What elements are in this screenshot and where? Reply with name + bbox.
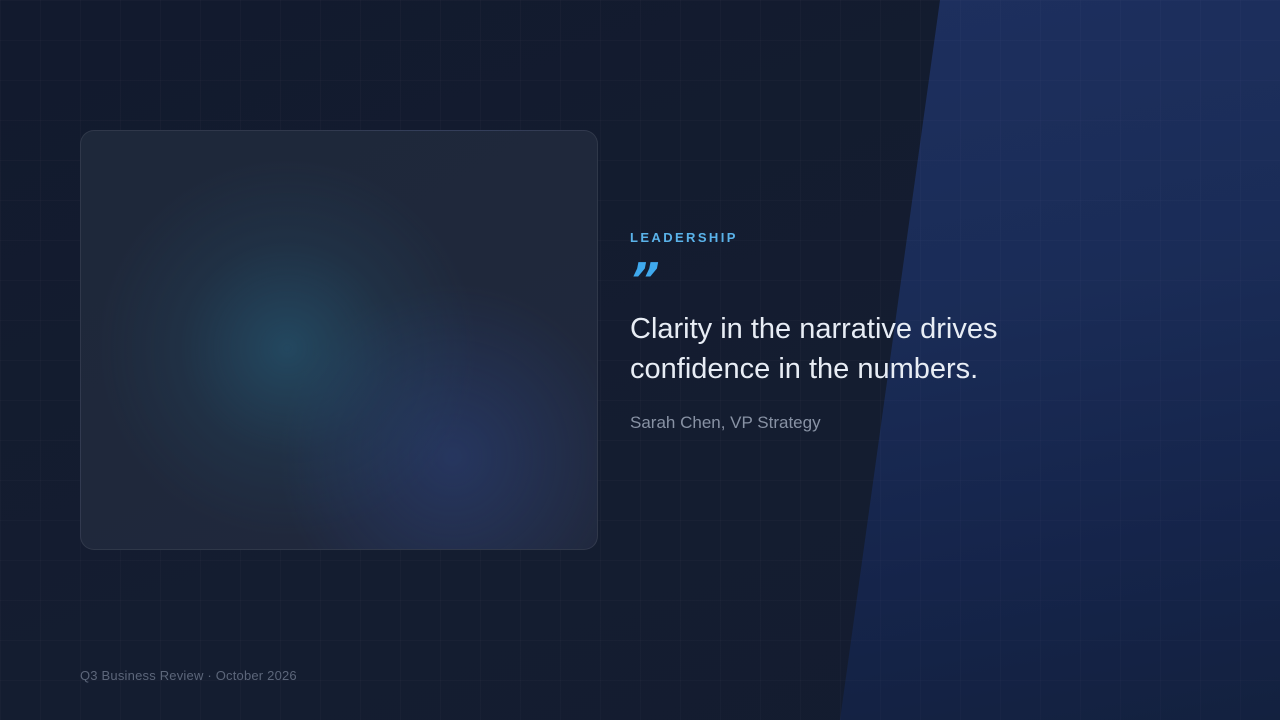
- slide: LEADERSHIP ” Clarity in the narrative dr…: [0, 0, 1280, 720]
- quote-author: Sarah Chen, VP Strategy: [630, 413, 821, 432]
- slide-footer: Q3 Business Review · October 2026: [80, 668, 297, 683]
- quote-block: LEADERSHIP ” Clarity in the narrative dr…: [630, 230, 1050, 433]
- quote-icon: ”: [630, 257, 1050, 303]
- section-label: LEADERSHIP: [630, 230, 738, 245]
- quote-text: Clarity in the narrative drives confiden…: [630, 309, 1050, 389]
- quote-line: Clarity in the narrative drives: [630, 313, 998, 345]
- quote-line: confidence in the numbers.: [630, 353, 979, 385]
- quote-glyph: ”: [630, 253, 660, 307]
- image-placeholder: [80, 130, 598, 550]
